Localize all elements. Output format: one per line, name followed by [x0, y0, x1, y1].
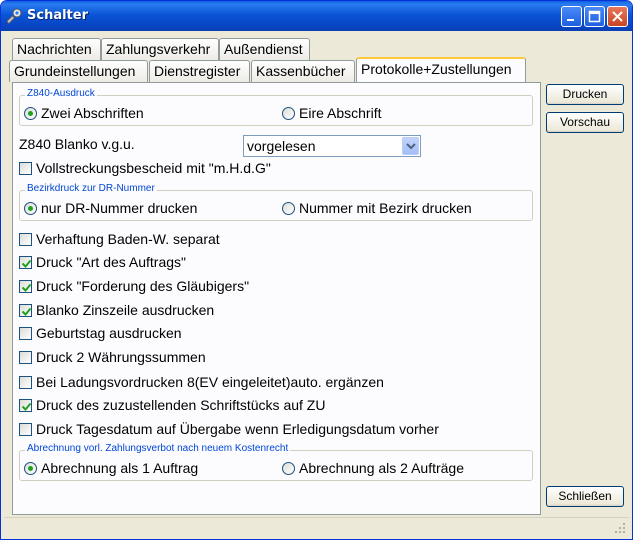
bezirk-group-legend: Bezirkdruck zur DR-Nummer [25, 183, 157, 194]
radio-eire-abschrift[interactable]: Eire Abschrift [282, 104, 381, 122]
checkbox-label: Geburtstag ausdrucken [36, 325, 182, 341]
radio-abrechnung-2-auftraege[interactable]: Abrechnung als 2 Aufträge [282, 459, 464, 477]
radio-unselected-icon [282, 462, 295, 475]
title-bar[interactable]: Schalter [1, 1, 632, 31]
tab-grundeinstellungen[interactable]: Grundeinstellungen [9, 60, 148, 82]
tab-dienstregister[interactable]: Dienstregister [149, 60, 250, 82]
check-waehrungssummen[interactable]: Druck 2 Währungssummen [19, 348, 206, 366]
dropdown-button[interactable] [402, 137, 419, 155]
checkmark-icon [19, 304, 32, 317]
radio-abrechnung-1-auftrag[interactable]: Abrechnung als 1 Auftrag [24, 459, 198, 477]
checkbox-unchecked-icon [19, 351, 32, 364]
close-button[interactable]: Schließen [546, 486, 624, 507]
checkbox-unchecked-icon [19, 233, 32, 246]
tab-page-protokolle: Z840-Ausdruck Zwei Abschriften Eire Absc… [12, 82, 541, 515]
maximize-icon [588, 10, 601, 23]
radio-label: Abrechnung als 1 Auftrag [41, 460, 199, 476]
minimize-button[interactable] [561, 6, 582, 27]
checkbox-label: Druck "Forderung des Gläubigers" [36, 278, 250, 294]
radio-zwei-abschriften[interactable]: Zwei Abschriften [24, 104, 144, 122]
status-bar [4, 517, 629, 537]
check-blanko-zinszeile[interactable]: Blanko Zinszeile ausdrucken [19, 301, 214, 319]
radio-label: nur DR-Nummer drucken [41, 200, 198, 216]
radio-nur-dr-nummer[interactable]: nur DR-Nummer drucken [24, 199, 197, 217]
abrechnung-group-legend: Abrechnung vorl. Zahlungsverbot nach neu… [25, 443, 291, 454]
check-art-des-auftrags[interactable]: Druck "Art des Auftrags" [19, 253, 186, 271]
window-title: Schalter [27, 8, 88, 23]
checkbox-unchecked-icon [19, 327, 32, 340]
checkmark-icon [19, 399, 32, 412]
radio-unselected-icon [282, 107, 295, 120]
checkbox-unchecked-icon [19, 162, 32, 175]
wrench-icon [7, 8, 22, 24]
tab-nachrichten[interactable]: Nachrichten [12, 38, 101, 60]
tab-zahlungsverkehr[interactable]: Zahlungsverkehr [101, 38, 219, 60]
checkbox-unchecked-icon [19, 423, 32, 436]
check-forderung[interactable]: Druck "Forderung des Gläubigers" [19, 277, 249, 295]
maximize-button[interactable] [584, 6, 605, 27]
minimize-icon [567, 19, 574, 21]
chevron-down-icon [406, 143, 416, 150]
radio-label: Eire Abschrift [299, 105, 382, 121]
blanko-dropdown[interactable]: vorgelesen [243, 135, 421, 157]
radio-selected-icon [24, 462, 37, 475]
radio-unselected-icon [282, 202, 295, 215]
close-window-button[interactable] [607, 6, 628, 27]
close-icon [612, 11, 623, 22]
blanko-dropdown-value: vorgelesen [247, 138, 316, 154]
radio-label: Nummer mit Bezirk drucken [299, 200, 472, 216]
blanko-label: Z840 Blanko v.g.u. [19, 136, 135, 152]
print-button[interactable]: Drucken [546, 84, 624, 105]
checkbox-unchecked-icon [19, 376, 32, 389]
check-tagesdatum[interactable]: Druck Tagesdatum auf Übergabe wenn Erled… [19, 420, 439, 438]
checkbox-label: Blanko Zinszeile ausdrucken [36, 302, 215, 318]
radio-label: Abrechnung als 2 Aufträge [299, 460, 465, 476]
checkbox-label: Verhaftung Baden-W. separat [36, 231, 220, 247]
tab-kassenbuecher[interactable]: Kassenbücher [251, 60, 355, 82]
check-zuzustellendes-schriftstueck[interactable]: Druck des zuzustellenden Schriftstücks a… [19, 396, 325, 414]
checkbox-label: Druck des zuzustellenden Schriftstücks a… [36, 397, 326, 413]
radio-label: Zwei Abschriften [41, 105, 144, 121]
checkbox-label: Druck "Art des Auftrags" [36, 254, 186, 270]
checkbox-label: Vollstreckungsbescheid mit "m.H.d.G" [36, 160, 271, 176]
dialog-window: Schalter Nachrichten Zahlungsverkehr Auß… [0, 0, 633, 540]
z840-group-legend: Z840-Ausdruck [25, 88, 97, 99]
checkmark-icon [19, 256, 32, 269]
checkbox-label: Druck 2 Währungssummen [36, 349, 206, 365]
checkmark-icon [19, 280, 32, 293]
checkbox-label: Druck Tagesdatum auf Übergabe wenn Erled… [36, 421, 439, 437]
check-verhaftung[interactable]: Verhaftung Baden-W. separat [19, 230, 220, 248]
radio-selected-icon [24, 107, 37, 120]
check-vollstreckungsbescheid[interactable]: Vollstreckungsbescheid mit "m.H.d.G" [19, 159, 271, 177]
tab-aussendienst[interactable]: Außendienst [219, 38, 310, 60]
check-ladungsvordrucke[interactable]: Bei Ladungsvordrucken 8(EV eingeleitet)a… [19, 373, 384, 391]
resize-grip-icon[interactable] [614, 522, 626, 534]
check-geburtstag[interactable]: Geburtstag ausdrucken [19, 324, 182, 342]
preview-button[interactable]: Vorschau [546, 112, 624, 133]
dialog-client-area: Nachrichten Zahlungsverkehr Außendienst … [4, 31, 629, 521]
tab-protokolle-zustellungen[interactable]: Protokolle+Zustellungen [356, 57, 526, 82]
checkbox-label: Bei Ladungsvordrucken 8(EV eingeleitet)a… [36, 374, 384, 390]
radio-selected-icon [24, 202, 37, 215]
radio-nummer-mit-bezirk[interactable]: Nummer mit Bezirk drucken [282, 199, 472, 217]
